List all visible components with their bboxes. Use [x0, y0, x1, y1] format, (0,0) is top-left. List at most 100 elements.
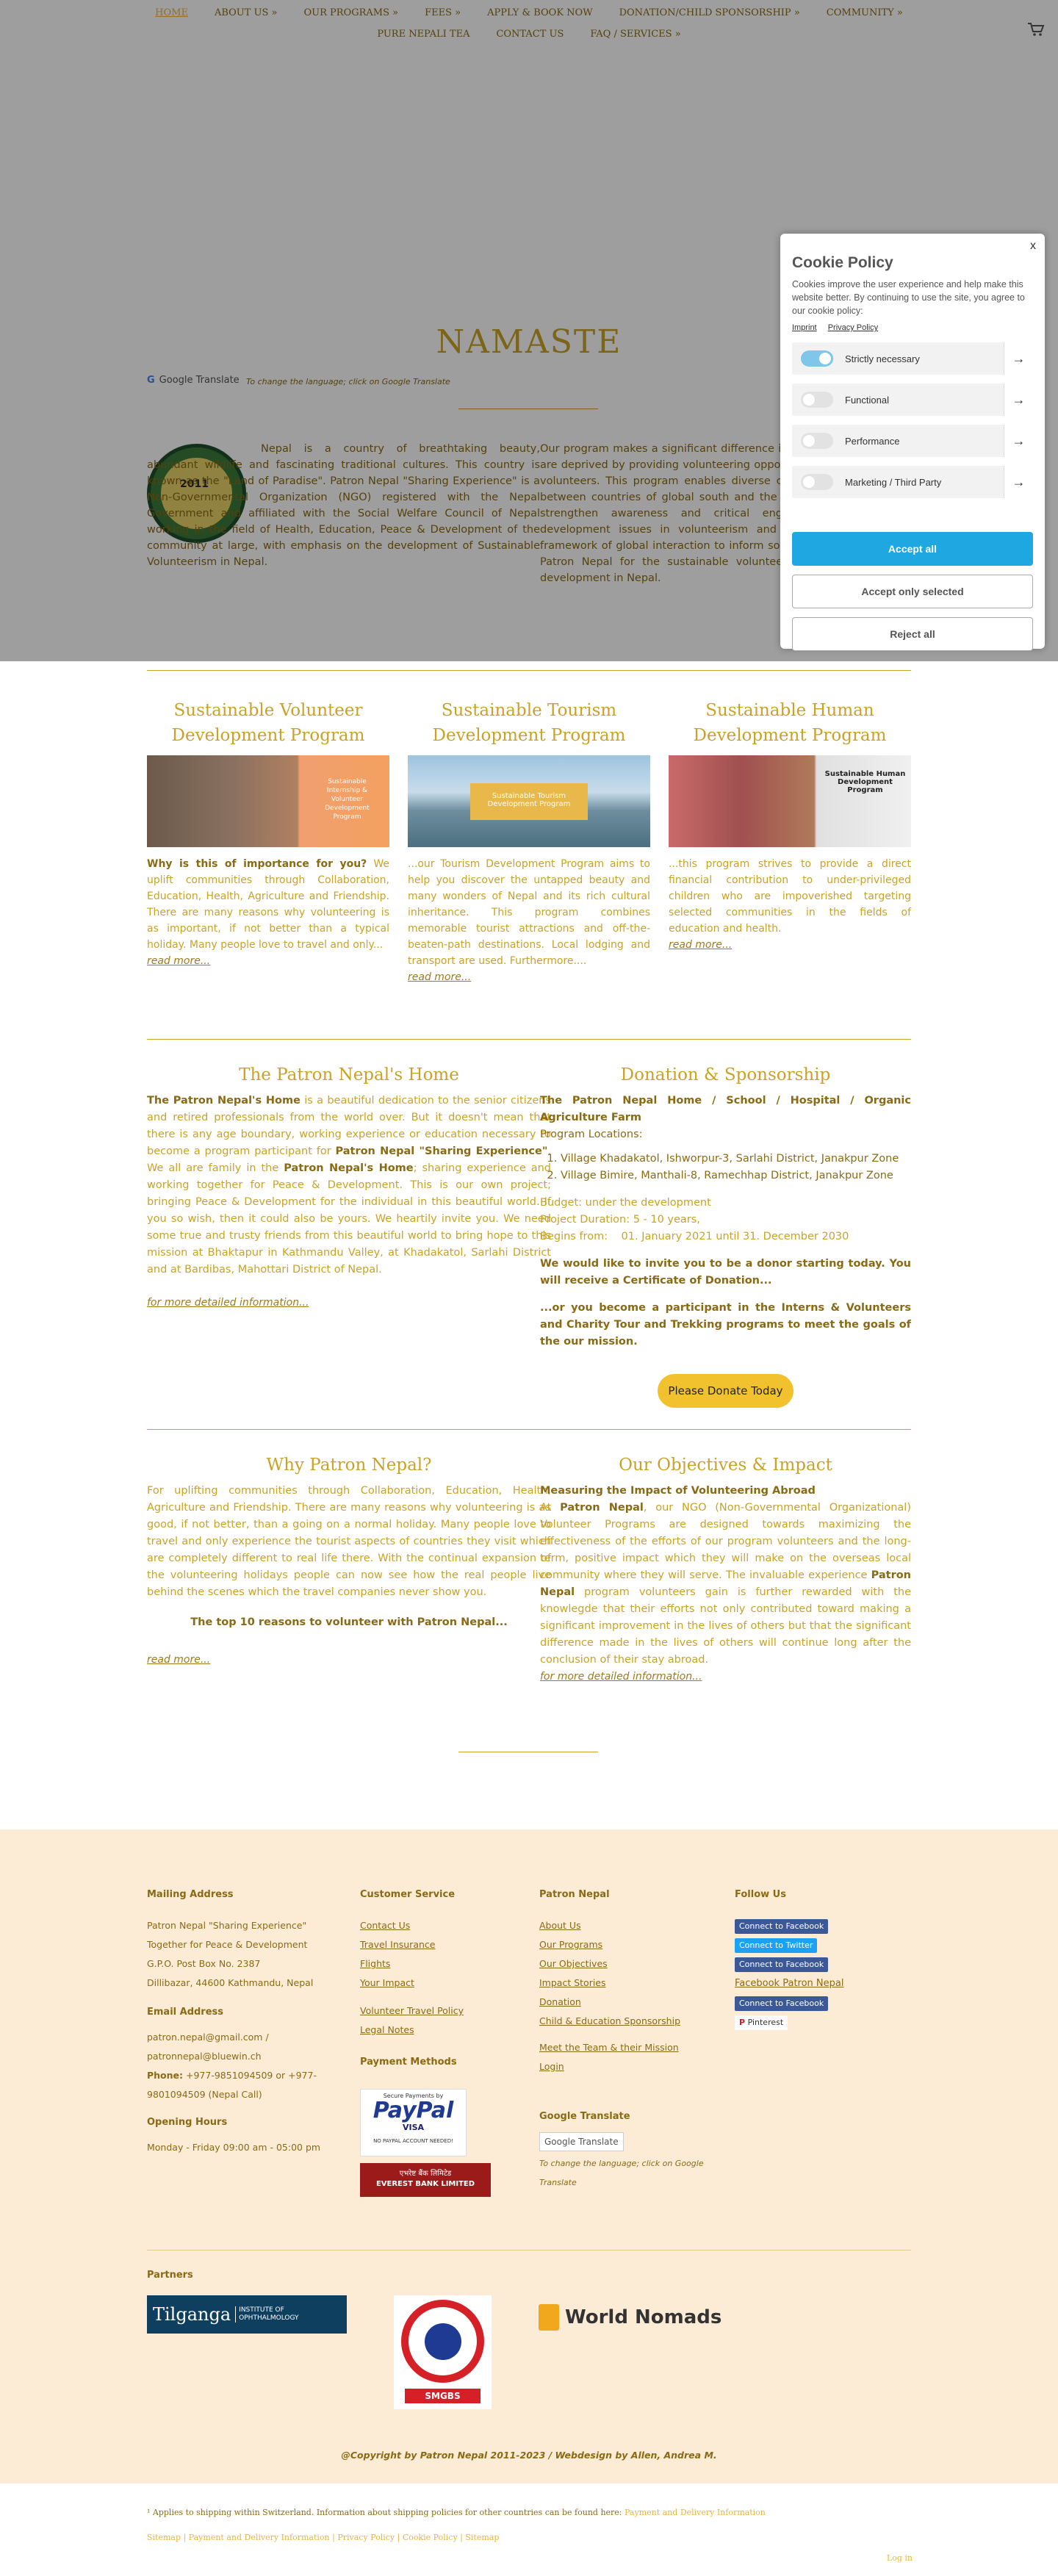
patron-link[interactable]: Our Objectives: [539, 1958, 608, 1969]
world-nomads-icon: [539, 2304, 559, 2331]
objectives-more-link[interactable]: for more detailed information...: [540, 1671, 702, 1683]
top10-link[interactable]: The top 10 reasons to volunteer with Pat…: [190, 1616, 508, 1628]
visa-logo: VISA: [402, 2123, 425, 2132]
arrow-right-icon[interactable]: →: [1004, 384, 1033, 416]
service-link[interactable]: Flights: [360, 1958, 390, 1969]
divider: [147, 1429, 911, 1430]
close-icon[interactable]: x: [1030, 240, 1036, 253]
footer-link[interactable]: Cookie Policy: [403, 2533, 458, 2542]
program-volunteer: Sustainable Volunteer Development Progra…: [147, 698, 389, 969]
patron-link[interactable]: Meet the Team & their Mission: [539, 2042, 679, 2053]
donate-button[interactable]: Please Donate Today: [658, 1374, 794, 1408]
email-line[interactable]: patronnepal@bluewin.ch: [147, 2047, 331, 2066]
read-more-link[interactable]: read more...: [408, 971, 471, 983]
program-body: ...this program strives to provide a dir…: [669, 858, 911, 935]
donation-title: Donation & Sponsorship: [620, 1065, 831, 1084]
service-link[interactable]: Travel Insurance: [360, 1939, 435, 1950]
paypal-badge: Secure Payments by PayPal VISA NO PAYPAL…: [360, 2089, 467, 2156]
footer-mailing: Mailing Address Patron Nepal "Sharing Ex…: [147, 1885, 331, 2157]
divider: [147, 1039, 911, 1040]
facebook-button[interactable]: Connect to Facebook: [735, 1919, 829, 1934]
program-text: ...our Tourism Development Program aims …: [408, 856, 650, 985]
home-title: The Patron Nepal's Home: [239, 1065, 459, 1084]
facebook-link[interactable]: Facebook Patron Nepal: [735, 1978, 843, 1989]
smgbs-logo[interactable]: SMGBS: [394, 2295, 492, 2409]
gt-button[interactable]: Google Translate: [539, 2132, 624, 2151]
hours-line: Monday - Friday 09:00 am - 05:00 pm: [147, 2142, 321, 2153]
hours-title: Opening Hours: [147, 2117, 228, 2128]
facebook-button[interactable]: Connect to Facebook: [735, 1996, 829, 2011]
toggle-switch[interactable]: [801, 474, 833, 490]
cookie-dialog: x Cookie Policy Cookies improve the user…: [780, 234, 1045, 651]
cookie-option-functional: Functional →: [792, 384, 1033, 416]
phone-label: Phone:: [147, 2070, 184, 2081]
cookie-option-performance: Performance →: [792, 425, 1033, 457]
reject-all-button[interactable]: Reject all: [792, 617, 1033, 651]
patron-title: Patron Nepal: [539, 1889, 610, 1900]
shipping-link[interactable]: Payment and Delivery Information: [625, 2508, 766, 2517]
patron-link[interactable]: About Us: [539, 1920, 581, 1931]
world-nomads-logo[interactable]: World Nomads: [539, 2304, 721, 2331]
toggle-switch[interactable]: [801, 350, 833, 367]
bank-np: एभरेष्ट बैंक लिमिटेड: [399, 2170, 452, 2178]
location-item: Village Bimire, Manthali-8, Ramechhap Di…: [561, 1168, 911, 1184]
home-bold: Patron Nepal's Home: [284, 1162, 414, 1174]
tilganga-sub: INSTITUTE OF OPHTHALMOLOGY: [235, 2306, 316, 2323]
read-more-link[interactable]: read more...: [147, 955, 210, 967]
program-body: ...our Tourism Development Program aims …: [408, 858, 650, 967]
login-link[interactable]: Log in: [887, 2553, 913, 2563]
donation-section: Donation & Sponsorship The Patron Nepal …: [540, 1067, 911, 1350]
patron-link[interactable]: Child & Education Sponsorship: [539, 2015, 680, 2026]
footer-link[interactable]: Sitemap: [147, 2533, 181, 2542]
patron-link[interactable]: Impact Stories: [539, 1977, 606, 1988]
pinterest-button[interactable]: P Pinterest: [735, 2015, 788, 2030]
privacy-link[interactable]: Privacy Policy: [828, 323, 878, 332]
divider: [147, 670, 911, 671]
service-link[interactable]: Legal Notes: [360, 2024, 414, 2035]
tilganga-logo[interactable]: Tilganga INSTITUTE OF OPHTHALMOLOGY: [147, 2295, 347, 2334]
why-text: For uplifting communities through Collab…: [147, 1485, 551, 1598]
program-title: Sustainable Volunteer Development Progra…: [171, 701, 365, 745]
service-link[interactable]: Your Impact: [360, 1977, 414, 1988]
twitter-button[interactable]: Connect to Twitter: [735, 1938, 818, 1953]
accept-selected-button[interactable]: Accept only selected: [792, 575, 1033, 608]
donation-invite: We would like to invite you to be a dono…: [540, 1258, 911, 1287]
why-more-link[interactable]: read more...: [147, 1654, 210, 1666]
footer-follow: Follow Us Connect to Facebook Connect to…: [735, 1885, 911, 2032]
arrow-right-icon[interactable]: →: [1004, 466, 1033, 498]
program-title: Sustainable Tourism Development Program: [432, 701, 626, 745]
locations-list: Village Khadakatol, Ishworpur-3, Sarlahi…: [561, 1151, 911, 1184]
email-title: Email Address: [147, 2007, 224, 2018]
arrow-right-icon[interactable]: →: [1004, 425, 1033, 457]
imprint-link[interactable]: Imprint: [792, 323, 817, 332]
objectives-lead: Measuring the Impact of Volunteering Abr…: [540, 1485, 816, 1497]
toggle-switch[interactable]: [801, 433, 833, 449]
obj-body: program volunteers gain is further rewar…: [540, 1586, 911, 1666]
patron-link[interactable]: Login: [539, 2061, 564, 2072]
objectives-section: Our Objectives & Impact Measuring the Im…: [540, 1457, 911, 1685]
service-link[interactable]: Volunteer Travel Policy: [360, 2005, 464, 2016]
program-image-label: Sustainable Tourism Development Program: [470, 783, 588, 820]
mailing-title: Mailing Address: [147, 1889, 234, 1900]
service-link[interactable]: Contact Us: [360, 1920, 410, 1931]
patron-link[interactable]: Donation: [539, 1996, 581, 2007]
footer-link[interactable]: Payment and Delivery Information: [189, 2533, 330, 2542]
read-more-link[interactable]: read more...: [669, 939, 732, 951]
facebook-button[interactable]: Connect to Facebook: [735, 1957, 829, 1972]
email-line[interactable]: patron.nepal@gmail.com /: [147, 2028, 331, 2047]
accept-all-button[interactable]: Accept all: [792, 532, 1033, 566]
follow-title: Follow Us: [735, 1889, 786, 1900]
partners-title: Partners: [147, 2270, 193, 2281]
footer-link[interactable]: Privacy Policy: [337, 2533, 395, 2542]
footer-link[interactable]: Sitemap: [465, 2533, 499, 2542]
divider: [147, 2250, 911, 2251]
mailing-line: Together for Peace & Development: [147, 1939, 308, 1950]
home-more-link[interactable]: for more detailed information...: [147, 1297, 309, 1309]
program-human: Sustainable Human Development Program Su…: [669, 698, 911, 953]
patron-link[interactable]: Our Programs: [539, 1939, 602, 1950]
arrow-right-icon[interactable]: →: [1004, 342, 1033, 375]
home-body: ; sharing experience and working togethe…: [147, 1162, 551, 1276]
payment-title: Payment Methods: [360, 2057, 457, 2068]
cookie-links: Imprint Privacy Policy: [792, 323, 1033, 332]
toggle-switch[interactable]: [801, 392, 833, 408]
